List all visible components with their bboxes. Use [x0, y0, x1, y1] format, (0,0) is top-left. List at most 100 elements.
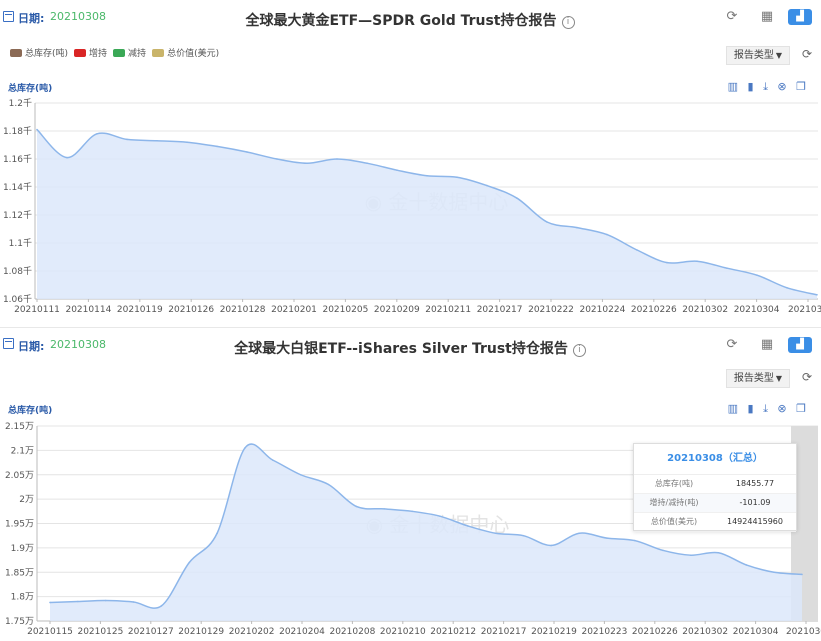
x-tick-label: 20210202 — [229, 627, 275, 637]
y-tick-label: 2.05万 — [5, 471, 34, 481]
x-tick-label: 2021030 — [786, 627, 821, 637]
data-point — [661, 549, 664, 552]
data-point — [606, 537, 608, 539]
data-point — [522, 534, 525, 537]
data-point — [696, 260, 698, 263]
tooltip-key: 增持/减持(吨) — [649, 498, 699, 507]
x-tick-label: 20210127 — [128, 627, 174, 637]
data-point — [396, 169, 398, 171]
data-point — [77, 600, 79, 603]
x-tick-label: 20210125 — [77, 627, 123, 637]
data-point — [606, 233, 608, 236]
data-point — [327, 483, 330, 486]
y-tick-label: 2万 — [19, 495, 34, 505]
data-point — [156, 140, 158, 142]
x-tick-label: 20210126 — [168, 305, 214, 315]
x-tick-label: 20210209 — [374, 305, 420, 315]
y-tick-label: 1.95万 — [5, 520, 34, 530]
data-point — [578, 532, 580, 535]
data-point — [366, 162, 368, 164]
x-tick-label: 20210226 — [631, 305, 677, 315]
data-point — [745, 564, 748, 566]
tooltip-key: 总库存(吨) — [654, 479, 694, 488]
data-point — [516, 197, 518, 199]
data-point — [383, 508, 386, 510]
data-point — [36, 128, 38, 131]
data-point — [246, 151, 248, 153]
data-point — [426, 175, 428, 177]
tooltip-row: 总库存(吨) 18455.77 — [634, 475, 796, 494]
tooltip-value: -101.09 — [739, 498, 771, 507]
data-point — [244, 447, 246, 449]
y-tick-label: 1.9万 — [11, 544, 34, 554]
data-point — [411, 510, 413, 513]
data-point — [466, 525, 469, 527]
data-point — [96, 133, 98, 135]
data-point — [186, 141, 188, 143]
x-tick-label: 20210222 — [528, 305, 574, 315]
data-point — [49, 601, 51, 604]
x-tick-label: 2021030 — [788, 305, 821, 315]
data-point — [439, 515, 441, 517]
y-tick-label: 1.85万 — [5, 568, 34, 578]
data-point — [636, 249, 638, 251]
data-point — [188, 561, 191, 564]
tooltip-key: 总价值(美元) — [650, 517, 698, 526]
x-tick-label: 20210114 — [65, 305, 111, 315]
data-point — [486, 184, 488, 187]
data-point — [576, 226, 578, 229]
data-point — [299, 473, 302, 476]
y-tick-label: 1.8万 — [11, 593, 34, 603]
x-tick-label: 20210128 — [220, 305, 266, 315]
data-point — [456, 176, 458, 178]
x-tick-label: 20210304 — [734, 305, 780, 315]
data-point — [717, 551, 720, 554]
tooltip-row: 总价值(美元) 14924415960 — [634, 513, 796, 532]
x-tick-label: 20210205 — [322, 305, 368, 315]
x-tick-label: 20210217 — [477, 305, 523, 315]
x-tick-label: 20210217 — [481, 627, 527, 637]
x-tick-label: 20210129 — [178, 627, 224, 637]
data-point — [336, 158, 338, 160]
data-point — [550, 544, 553, 547]
y-tick-label: 1.12千 — [3, 210, 32, 221]
x-tick-label: 20210302 — [682, 305, 728, 315]
data-point — [216, 145, 218, 148]
data-point — [689, 554, 692, 556]
y-tick-label: 1.14千 — [3, 182, 32, 193]
x-tick-label: 20210304 — [733, 627, 779, 637]
x-tick-label: 20210208 — [329, 627, 375, 637]
data-point — [126, 138, 128, 141]
tooltip-title: 20210308（汇总） — [634, 444, 796, 475]
tooltip-value: 14924415960 — [727, 517, 783, 526]
x-tick-label: 20210212 — [430, 627, 476, 637]
x-tick-label: 20210219 — [531, 627, 577, 637]
y-tick-label: 2.1万 — [11, 446, 34, 456]
data-point — [494, 532, 497, 535]
data-point — [756, 274, 758, 277]
y-tick-label: 1.2千 — [9, 98, 32, 109]
data-point — [306, 162, 308, 164]
y-tick-label: 1.75万 — [5, 617, 34, 627]
x-tick-label: 20210223 — [581, 627, 627, 637]
x-tick-label: 20210211 — [425, 305, 471, 315]
data-point — [104, 599, 107, 602]
data-point — [773, 571, 775, 574]
x-tick-label: 20210224 — [579, 305, 625, 315]
data-point — [816, 294, 818, 296]
x-tick-label: 20210204 — [279, 627, 325, 637]
gold-chart: 1.06千1.08千1.1千1.12千1.14千1.16千1.18千1.2千◉ … — [3, 98, 821, 315]
gold-panel: 日期: 20210308 全球最大黄金ETF—SPDR Gold Trust持仓… — [0, 0, 821, 322]
data-point — [726, 267, 728, 270]
data-point — [801, 573, 803, 576]
data-point — [66, 156, 68, 159]
x-tick-label: 20210111 — [14, 305, 60, 315]
y-tick-label: 1.16千 — [3, 154, 32, 165]
data-point — [160, 605, 163, 607]
data-point — [216, 532, 218, 535]
data-point — [355, 505, 358, 508]
y-tick-label: 1.06千 — [3, 294, 32, 305]
data-point — [132, 601, 135, 603]
y-tick-label: 1.18千 — [3, 126, 32, 137]
x-tick-label: 20210302 — [682, 627, 728, 637]
